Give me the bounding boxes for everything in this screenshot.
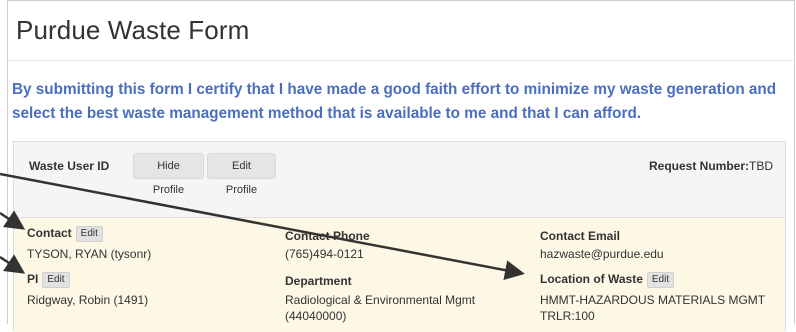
contact-label-text: Contact	[27, 226, 72, 240]
profile-panel-header: Waste User ID Hide Profile Edit Profile …	[14, 142, 785, 217]
request-number-value: TBD	[749, 159, 773, 173]
pi-value: Ridgway, Robin (1491)	[27, 293, 149, 307]
pi-edit-button[interactable]: Edit	[42, 272, 70, 288]
contact-email-label: Contact Email	[540, 229, 621, 243]
location-of-waste-value: HMMT-HAZARDOUS MATERIALS MGMT TRLR:100	[540, 293, 765, 323]
profile-panel: Waste User ID Hide Profile Edit Profile …	[13, 141, 786, 332]
department-value: Radiological & Environmental Mgmt (44040…	[285, 293, 476, 323]
contact-value: TYSON, RYAN (tysonr)	[27, 247, 152, 261]
waste-user-id-label: Waste User ID	[29, 159, 110, 173]
location-edit-button[interactable]: Edit	[646, 272, 675, 288]
certification-statement: By submitting this form I certify that I…	[12, 81, 777, 122]
location-label-text: Location of Waste	[540, 272, 643, 286]
profile-panel-body: Contact Edit TYSON, RYAN (tysonr) PI Edit …	[14, 218, 785, 332]
page-title: Purdue Waste Form	[16, 15, 250, 45]
location-of-waste-label: Location of Waste Edit	[540, 272, 675, 288]
contact-edit-button[interactable]: Edit	[75, 226, 103, 242]
pi-label-text: PI	[27, 272, 39, 286]
contact-phone-label: Contact Phone	[285, 229, 370, 243]
edit-profile-button[interactable]: Edit Profile	[207, 153, 276, 196]
hide-profile-button[interactable]: Hide Profile	[133, 153, 204, 196]
request-number-label: Request Number:	[648, 159, 749, 173]
pi-label: PI Edit	[27, 272, 70, 288]
contact-phone-value: (765)494-0121	[285, 247, 364, 261]
department-label: Department	[285, 274, 352, 288]
title-divider	[7, 60, 794, 61]
contact-email-value: hazwaste@purdue.edu	[540, 247, 664, 261]
request-number: Request Number:TBD	[649, 159, 773, 173]
contact-label: Contact Edit	[27, 226, 103, 242]
